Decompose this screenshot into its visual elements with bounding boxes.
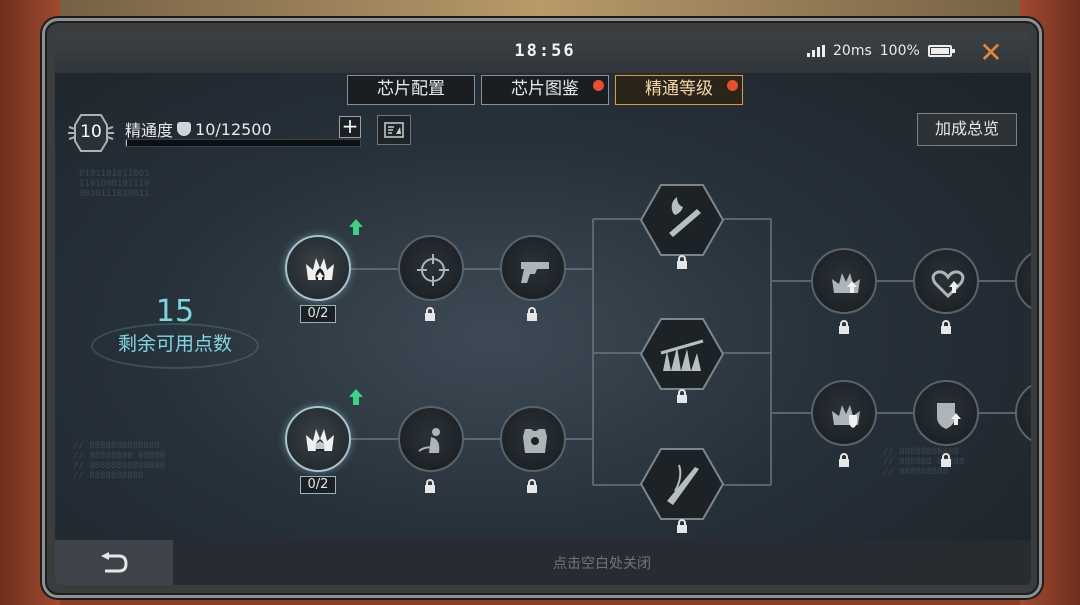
heart-up-icon [931, 270, 965, 299]
lock-icon [839, 453, 849, 467]
shield-up-icon [937, 403, 961, 429]
skill-node-armor-vest[interactable] [500, 406, 566, 472]
lock-icon [941, 320, 951, 334]
flame-crown-icon [306, 429, 334, 451]
skill-node-crosshair[interactable] [398, 235, 464, 301]
back-button[interactable] [55, 540, 173, 585]
close-hint[interactable]: 点击空白处关闭 [173, 553, 1031, 573]
lock-icon [677, 519, 687, 533]
back-arrow-icon [101, 552, 128, 573]
lock-icon [677, 389, 687, 403]
crosshair-icon [417, 254, 449, 286]
pistol-icon [521, 262, 549, 283]
blade-icon [639, 448, 725, 520]
upgrade-arrow-icon [349, 389, 363, 405]
skill-node-fire-sword[interactable] [639, 183, 725, 257]
grass-blade-icon [639, 318, 725, 390]
flame-shield-icon [832, 405, 860, 428]
skill-node-row1-start[interactable] [285, 235, 351, 301]
skill-tree-lines [350, 218, 1015, 486]
device-frame: 0101101011001 1101000101110 0010111010011 … [42, 18, 1042, 598]
upgrade-arrow-icon [349, 219, 363, 235]
fire-sword-icon [639, 184, 725, 256]
lock-icon [941, 453, 951, 467]
skill-node-dagger-slash[interactable] [398, 406, 464, 472]
lock-icon [839, 320, 849, 334]
skill-node-blade[interactable] [639, 447, 725, 521]
flame-up-icon [832, 273, 860, 293]
lock-icon [677, 255, 687, 269]
flame-crown-icon [306, 258, 334, 280]
skill-node-row2-start[interactable] [285, 406, 351, 472]
lock-icon [527, 307, 537, 321]
skill-node-grass-blade[interactable] [639, 317, 725, 391]
skill-node-shield-up[interactable] [913, 380, 979, 446]
skill-count-row2: 0/2 [300, 476, 336, 494]
lock-icon [425, 479, 435, 493]
skill-node-flame-up[interactable] [811, 248, 877, 314]
bottom-bar: 点击空白处关闭 [55, 540, 1031, 585]
lock-icon [425, 307, 435, 321]
dagger-slash-icon [418, 428, 440, 453]
armor-vest-icon [523, 429, 547, 453]
mastery-screen: 0101101011001 1101000101110 0010111010011 … [55, 33, 1031, 585]
skill-node-heart-up[interactable] [913, 248, 979, 314]
skill-count-row1: 0/2 [300, 305, 336, 323]
lock-icon [527, 479, 537, 493]
skill-node-pistol[interactable] [500, 235, 566, 301]
skill-node-flame-shield[interactable] [811, 380, 877, 446]
